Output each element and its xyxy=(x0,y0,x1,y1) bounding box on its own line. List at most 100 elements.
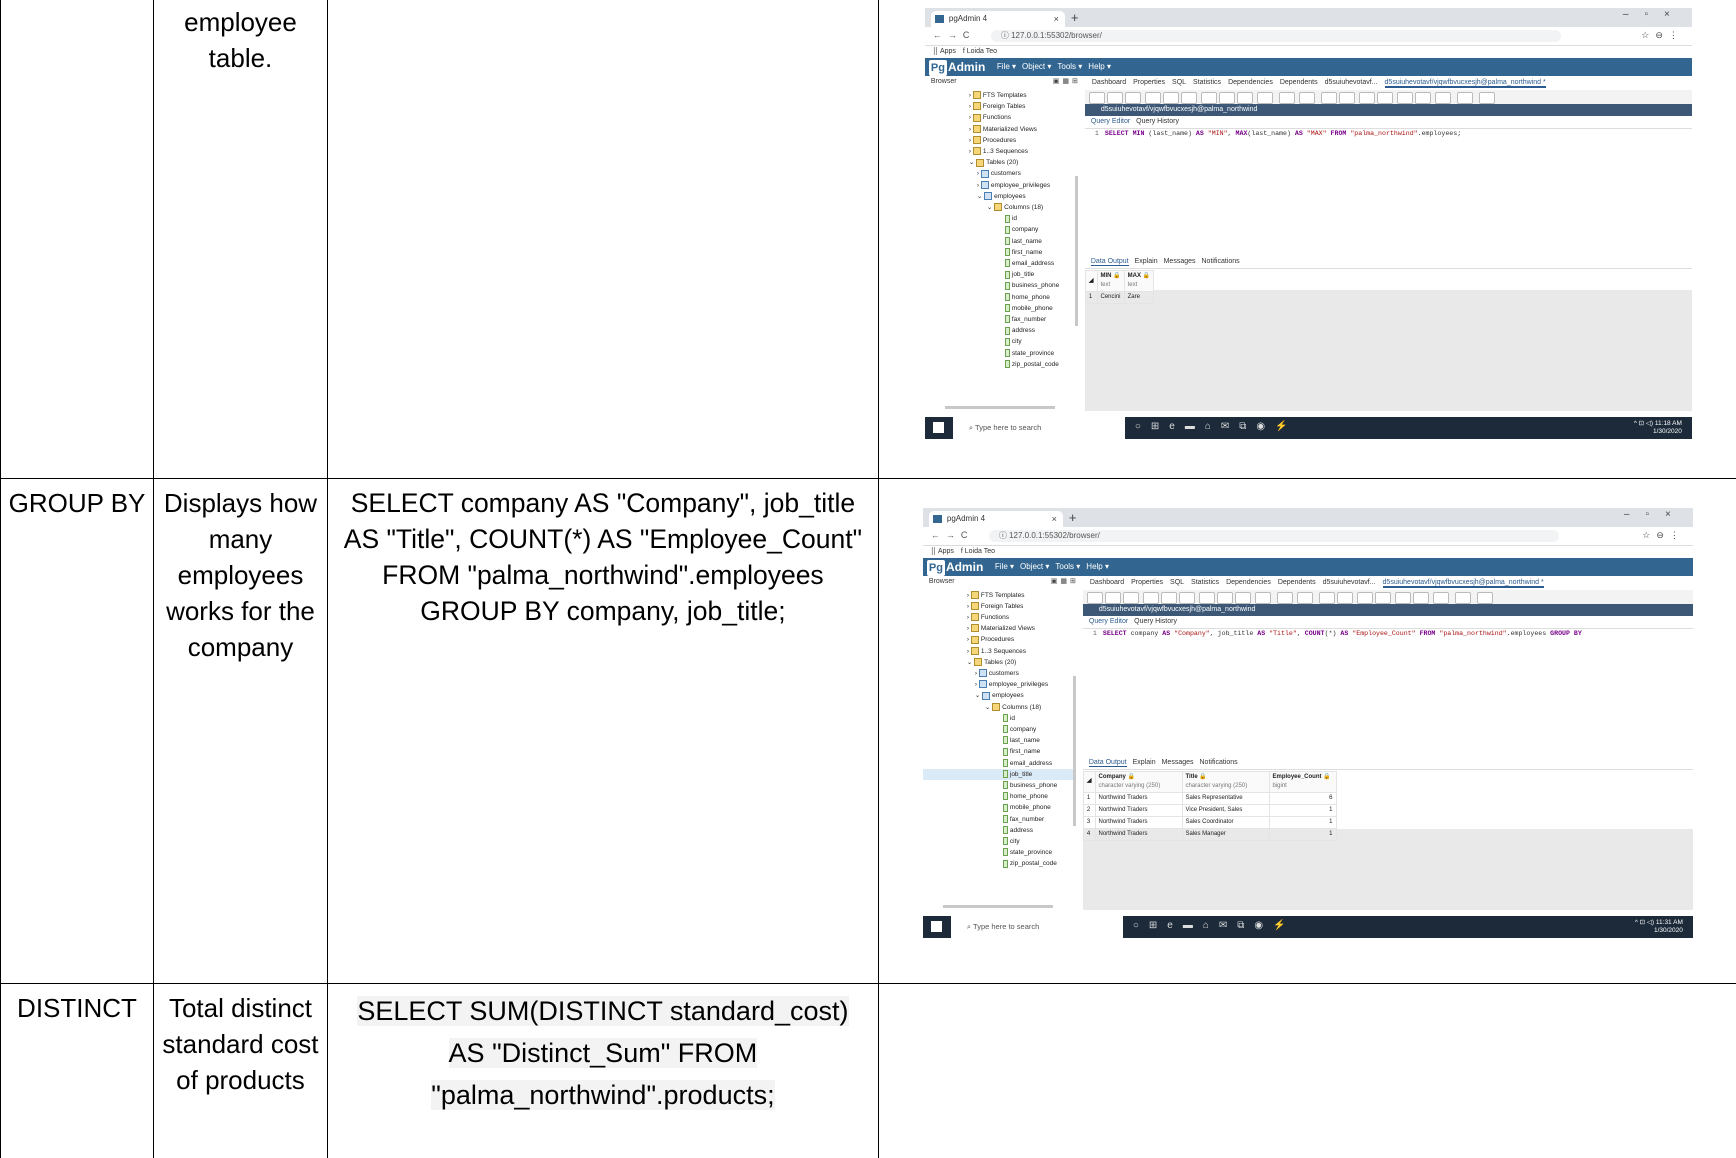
tree-item[interactable]: › 1..3 Sequences xyxy=(923,646,1073,657)
toolbar-button[interactable] xyxy=(1278,92,1295,104)
table-row[interactable]: 1 Northwind Traders Sales Representative 6 xyxy=(1082,791,1337,805)
table-row[interactable]: 4 Northwind Traders Sales Manager 1 xyxy=(1082,827,1337,841)
tree-item[interactable]: › Foreign Tables xyxy=(925,101,1075,112)
tree-item[interactable]: last_name xyxy=(925,236,1075,247)
tree-item[interactable]: id xyxy=(925,213,1075,224)
menu-item[interactable]: Tools ▾ xyxy=(1055,562,1080,571)
tree-item[interactable]: › Materialized Views xyxy=(925,124,1075,135)
menu-item[interactable]: Help ▾ xyxy=(1086,562,1109,571)
tree-item[interactable]: › Materialized Views xyxy=(923,623,1073,634)
grid-cell[interactable]: Sales Manager xyxy=(1181,827,1270,841)
toolbar-button[interactable] xyxy=(1298,92,1315,104)
toolbar-button[interactable] xyxy=(1162,92,1179,104)
panel-tab[interactable]: d5suiuhevotavf/vjqwfbvucxesjh@palma_nort… xyxy=(1382,578,1544,588)
toolbar-button[interactable] xyxy=(1086,591,1103,604)
tree-item[interactable]: job_title xyxy=(925,269,1075,280)
grid-cell[interactable]: Zare xyxy=(1123,291,1155,304)
toolbar-button[interactable] xyxy=(1144,92,1161,104)
toolbar-button[interactable] xyxy=(1122,591,1139,604)
browser-tab[interactable]: pgAdmin 4 × xyxy=(930,11,1065,27)
window-controls-icon[interactable]: –▫× xyxy=(1623,9,1686,20)
tree-item[interactable]: mobile_phone xyxy=(925,303,1075,314)
sql-editor[interactable]: 1 SELECT MIN (last_name) AS "MIN", MAX(la… xyxy=(1085,128,1692,248)
toolbar-button[interactable] xyxy=(1200,92,1217,104)
toolbar-button[interactable] xyxy=(1376,92,1393,104)
browser-toolbar-icons[interactable]: ▣▦⊞ xyxy=(1053,77,1081,85)
tree-item[interactable]: home_phone xyxy=(923,791,1073,802)
toolbar-button[interactable] xyxy=(1216,591,1233,604)
toolbar-button[interactable] xyxy=(1256,92,1273,104)
grid-cell[interactable]: 2 xyxy=(1082,803,1096,817)
tree-item[interactable]: first_name xyxy=(925,247,1075,258)
menu-item[interactable]: Object ▾ xyxy=(1020,562,1049,571)
output-tab[interactable]: Notifications xyxy=(1200,759,1238,766)
new-tab-icon[interactable]: + xyxy=(1071,10,1079,25)
tree-item[interactable]: city xyxy=(925,336,1075,347)
toolbar-button[interactable] xyxy=(1374,591,1391,604)
panel-tab[interactable]: Dependencies xyxy=(1226,579,1271,586)
output-tab[interactable]: Explain xyxy=(1135,258,1158,265)
tree-item[interactable]: › 1..3 Sequences xyxy=(925,146,1075,157)
toolbar-button[interactable] xyxy=(1106,92,1123,104)
panel-tab[interactable]: d5suiuhevotavf/vjqwfbvucxesjh@palma_nort… xyxy=(1384,79,1546,88)
tree-item[interactable]: › Procedures xyxy=(923,634,1073,645)
profile-icon[interactable]: ☆⊖⋮ xyxy=(1642,530,1685,541)
url-input[interactable]: ⓘ 127.0.0.1:55302/browser/ xyxy=(988,529,1559,542)
toolbar-button[interactable] xyxy=(1478,92,1495,104)
grid-cell[interactable]: 1 xyxy=(1082,791,1096,805)
tree-item[interactable]: state_province xyxy=(923,847,1073,858)
tree-item[interactable]: business_phone xyxy=(923,780,1073,791)
panel-tab[interactable]: Dependents xyxy=(1278,579,1316,586)
close-icon[interactable]: × xyxy=(1052,511,1057,527)
output-tab[interactable]: Explain xyxy=(1133,759,1156,766)
menu-item[interactable]: Help ▾ xyxy=(1088,62,1111,71)
output-tab[interactable]: Messages xyxy=(1162,759,1194,766)
panel-tab[interactable]: Dashboard xyxy=(1092,79,1126,86)
toolbar-button[interactable] xyxy=(1358,92,1375,104)
panel-tab[interactable]: Dependents xyxy=(1280,79,1318,86)
table-row[interactable]: 3 Northwind Traders Sales Coordinator 1 xyxy=(1082,815,1337,829)
tree-item[interactable]: ⌄ employees xyxy=(925,191,1075,202)
tree-item[interactable]: email_address xyxy=(925,258,1075,269)
column-header[interactable]: Title 🔒 character varying (250) xyxy=(1181,770,1270,793)
tree-item[interactable]: address xyxy=(923,825,1073,836)
toolbar-button[interactable] xyxy=(1434,92,1451,104)
toolbar-button[interactable] xyxy=(1296,591,1313,604)
tree-item[interactable]: last_name xyxy=(923,735,1073,746)
browser-tab[interactable]: pgAdmin 4 × xyxy=(928,510,1063,527)
tree-item[interactable]: fax_number xyxy=(923,814,1073,825)
toolbar-button[interactable] xyxy=(1276,591,1293,604)
scrollbar[interactable] xyxy=(944,406,1055,409)
panel-tab[interactable]: d5suiuhevotavf... xyxy=(1323,579,1376,586)
toolbar-button[interactable] xyxy=(1336,591,1353,604)
grid-cell[interactable]: Northwind Traders xyxy=(1094,803,1183,817)
menu-item[interactable]: Object ▾ xyxy=(1022,62,1051,71)
toolbar-button[interactable] xyxy=(1476,591,1493,604)
tree-item[interactable]: id xyxy=(923,713,1073,724)
scrollbar[interactable] xyxy=(942,904,1053,908)
toolbar-button[interactable] xyxy=(1254,591,1271,604)
toolbar-button[interactable] xyxy=(1432,591,1449,604)
sql-editor[interactable]: 1 SELECT company AS "Company", job_title … xyxy=(1083,628,1693,748)
profile-icon[interactable]: ☆⊖⋮ xyxy=(1641,30,1684,41)
tree-item[interactable]: mobile_phone xyxy=(923,802,1073,813)
grid-cell[interactable]: Northwind Traders xyxy=(1094,791,1183,805)
tree-item[interactable]: address xyxy=(925,325,1075,336)
taskbar-app-icons[interactable]: ○⊞e▬⌂✉⧉◉⚡ xyxy=(1135,421,1298,432)
table-row[interactable]: 2 Northwind Traders Vice President, Sales 1 xyxy=(1082,803,1337,817)
toolbar-button[interactable] xyxy=(1160,591,1177,604)
menu-item[interactable]: Tools ▾ xyxy=(1057,62,1082,71)
panel-tab[interactable]: Dashboard xyxy=(1090,579,1124,586)
panel-tab[interactable]: Properties xyxy=(1131,579,1163,586)
tree-item[interactable]: city xyxy=(923,836,1073,847)
grid-cell[interactable]: Cencini xyxy=(1096,291,1125,304)
toolbar-button[interactable] xyxy=(1412,591,1429,604)
bookmark-item[interactable]: ⣿ Apps xyxy=(933,45,956,58)
grid-cell[interactable]: Northwind Traders xyxy=(1094,815,1183,829)
toolbar-button[interactable] xyxy=(1394,591,1411,604)
column-header[interactable]: Employee_Count 🔒 bigint xyxy=(1268,770,1337,793)
tree-item[interactable]: › employee_privileges xyxy=(925,180,1075,191)
editor-tab[interactable]: Query History xyxy=(1134,618,1177,625)
toolbar-button[interactable] xyxy=(1218,92,1235,104)
toolbar-button[interactable] xyxy=(1338,92,1355,104)
